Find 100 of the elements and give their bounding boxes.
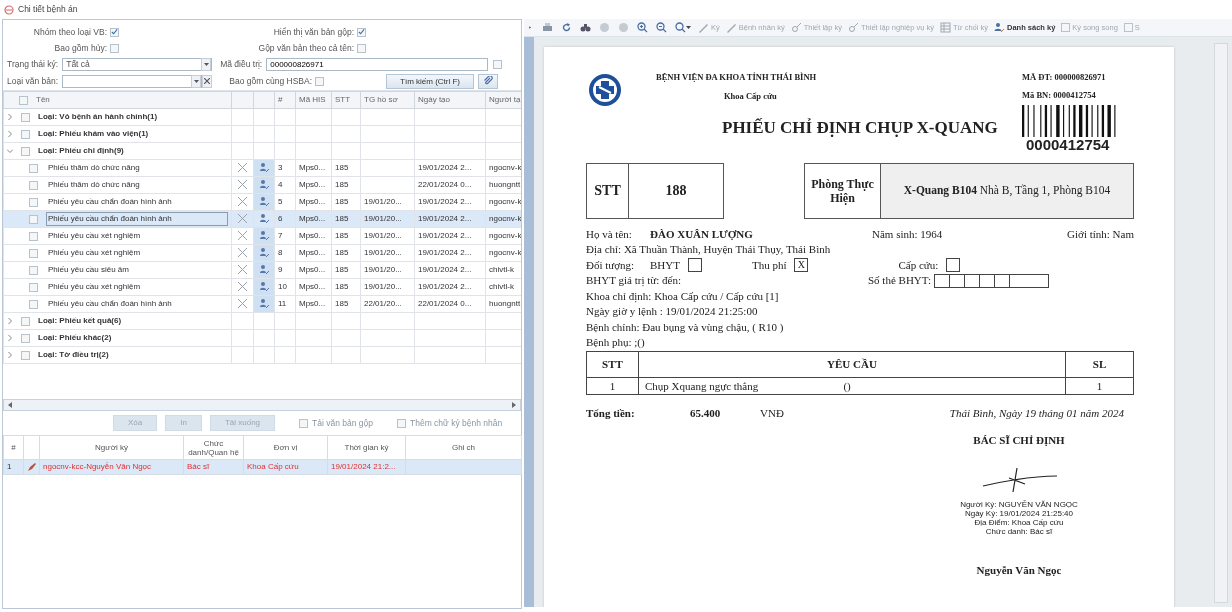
- signer-icon[interactable]: [258, 264, 270, 276]
- close-icon[interactable]: [204, 78, 211, 84]
- column-header[interactable]: #: [274, 91, 296, 109]
- circle-icon[interactable]: [599, 22, 610, 33]
- checkbox[interactable]: [29, 231, 38, 241]
- signer-icon[interactable]: [258, 196, 270, 208]
- delete-icon[interactable]: [237, 230, 248, 242]
- caret-icon[interactable]: [193, 79, 199, 83]
- column-header[interactable]: Ngày tạo: [414, 91, 486, 109]
- table-cell: 1: [1065, 377, 1134, 395]
- table-cell: 7: [278, 231, 283, 240]
- clear-button[interactable]: [202, 74, 213, 88]
- delete-icon[interactable]: [237, 162, 248, 174]
- zoom-icon[interactable]: [675, 22, 686, 33]
- checkbox[interactable]: [29, 282, 38, 292]
- total-amount: 65.400: [690, 406, 722, 421]
- delete-icon[interactable]: [237, 298, 248, 310]
- checkbox[interactable]: [29, 214, 38, 224]
- checkbox[interactable]: [19, 95, 28, 105]
- select-field[interactable]: Tất cả: [62, 57, 213, 71]
- column-header[interactable]: Thời gian ký: [327, 435, 406, 460]
- checkbox[interactable]: [110, 27, 119, 37]
- signer-icon[interactable]: [258, 179, 270, 191]
- column-header[interactable]: Tên: [36, 94, 50, 106]
- signer-icon[interactable]: [258, 230, 270, 242]
- refresh-icon[interactable]: [561, 22, 572, 33]
- delete-icon[interactable]: [237, 179, 248, 191]
- signer-icon[interactable]: [258, 298, 270, 310]
- signer-icon[interactable]: [258, 247, 270, 259]
- zoom-out-icon[interactable]: [656, 22, 667, 33]
- grid-icon: [939, 22, 951, 33]
- checkbox[interactable]: [357, 27, 366, 37]
- info-line: Ngày giờ y lệnh : 19/01/2024 21:25:00: [586, 304, 759, 319]
- delete-icon[interactable]: [237, 213, 248, 225]
- signer-icon[interactable]: [258, 281, 270, 293]
- checkbox[interactable]: [21, 129, 30, 139]
- checkbox[interactable]: [29, 163, 38, 173]
- table-cell: 11: [278, 299, 287, 308]
- column-header[interactable]: TG hồ sơ: [360, 91, 415, 109]
- caret-icon[interactable]: [686, 25, 691, 30]
- checkbox[interactable]: [315, 76, 325, 86]
- checkbox[interactable]: [29, 180, 38, 190]
- delete-icon[interactable]: [237, 247, 248, 259]
- delete-icon[interactable]: [237, 196, 248, 208]
- field-label: Mã điều trị:: [220, 57, 263, 71]
- checkbox[interactable]: [29, 248, 38, 258]
- search-button[interactable]: Tìm kiếm (Ctrl F): [386, 73, 475, 89]
- table-cell: 3: [278, 163, 283, 172]
- dropdown-button[interactable]: [191, 74, 202, 88]
- checkbox[interactable]: [493, 59, 503, 69]
- vertical-scrollbar[interactable]: [1214, 43, 1228, 603]
- scroll-right-icon[interactable]: [512, 402, 516, 408]
- table-cell: 22/01/2024 0...: [418, 180, 472, 189]
- column-header: STT: [586, 351, 639, 377]
- column-header[interactable]: Chức danh/Quan hệ: [183, 435, 244, 460]
- column-header[interactable]: Người tạ: [485, 91, 521, 109]
- zoom-in-icon[interactable]: [637, 22, 648, 33]
- delete-icon[interactable]: [237, 264, 248, 276]
- checkbox[interactable]: [21, 350, 30, 360]
- signer-icon[interactable]: [258, 213, 270, 225]
- field-label: Số thẻ BHYT:: [868, 273, 931, 288]
- table-cell: 185: [335, 248, 349, 257]
- scroll-left-icon[interactable]: [8, 402, 12, 408]
- delete-icon[interactable]: [237, 281, 248, 293]
- checkbox[interactable]: [29, 265, 38, 275]
- column-header: YÊU CẦU: [638, 351, 1066, 377]
- checkbox[interactable]: [21, 316, 30, 326]
- column-header[interactable]: Ghi ch: [405, 435, 522, 460]
- checkbox[interactable]: [21, 112, 30, 122]
- column-header[interactable]: Đơn vị: [243, 435, 328, 460]
- input-field[interactable]: 000000826971: [266, 57, 489, 71]
- column-header[interactable]: #: [3, 435, 24, 460]
- checkbox[interactable]: [21, 146, 30, 156]
- signer-icon[interactable]: [258, 162, 270, 174]
- select-field[interactable]: [62, 74, 203, 88]
- document-title: PHIẾU CHỈ ĐỊNH CHỤP X-QUANG: [722, 116, 999, 139]
- table-cell: 185: [335, 163, 349, 172]
- table-cell: 19/01/2024 2...: [418, 197, 472, 206]
- checkbox[interactable]: [29, 299, 38, 309]
- horizontal-scrollbar[interactable]: [3, 399, 521, 411]
- attach-button[interactable]: [478, 73, 499, 89]
- dropdown-button[interactable]: [201, 57, 212, 71]
- column-header[interactable]: Người ký: [39, 435, 184, 460]
- table-cell: 4: [278, 180, 283, 189]
- pen-icon: [698, 22, 709, 33]
- print-icon[interactable]: [542, 22, 553, 33]
- checkbox[interactable]: [21, 333, 30, 343]
- column-header[interactable]: Mã HIS: [295, 91, 332, 109]
- table-cell: Bác sĩ: [187, 462, 210, 471]
- checkbox[interactable]: [29, 197, 38, 207]
- checkbox[interactable]: [110, 43, 119, 53]
- column-header[interactable]: STT: [331, 91, 361, 109]
- binoculars-icon[interactable]: [580, 22, 591, 33]
- checkbox[interactable]: [357, 43, 366, 53]
- pen-icon: [725, 22, 737, 33]
- table-cell: ngocnv-kcc-Nguyễn Văn Ngọc: [43, 462, 152, 471]
- paperclip-icon[interactable]: [483, 76, 494, 87]
- caret-icon[interactable]: [203, 62, 209, 66]
- field-label: Trạng thái ký:: [7, 57, 59, 71]
- circle-icon[interactable]: [618, 22, 629, 33]
